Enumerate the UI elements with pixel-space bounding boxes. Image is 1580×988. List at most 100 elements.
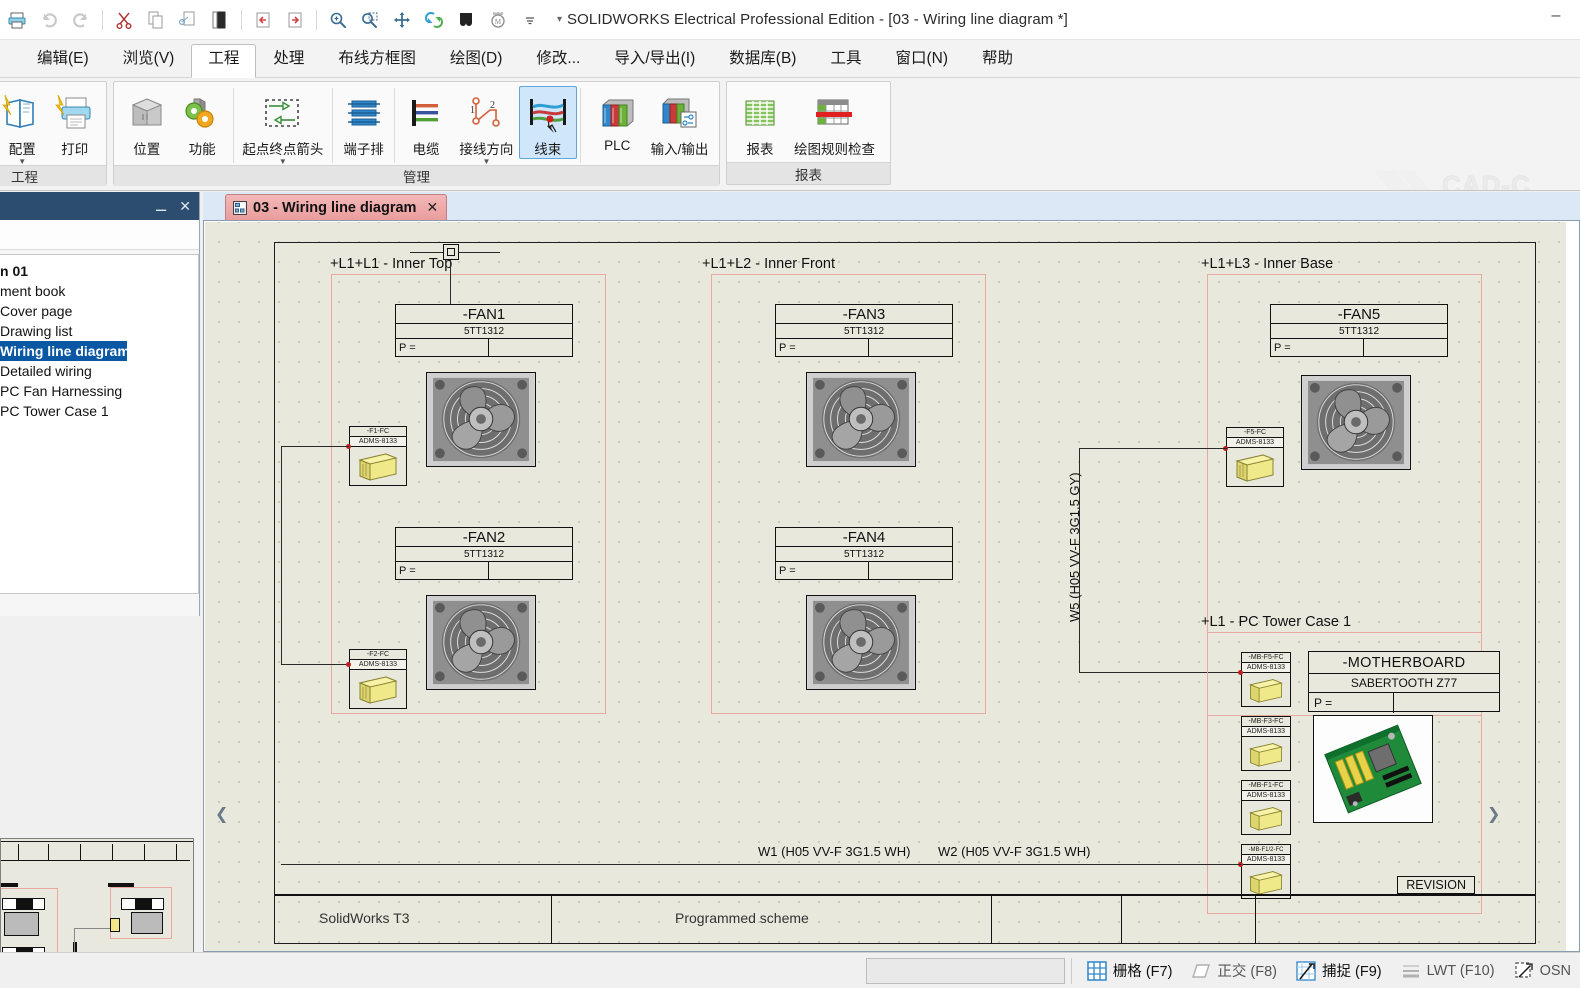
status-button-lineweight[interactable]: LWT (F10) <box>1391 956 1504 986</box>
menu-item-8[interactable]: 数据库(B) <box>712 44 813 77</box>
menu-item-6[interactable]: 修改... <box>519 44 597 77</box>
minimize-button[interactable]: – <box>1540 4 1572 30</box>
tree-node-2[interactable]: Cover page <box>0 301 198 321</box>
fan-graphic-2 <box>427 596 535 689</box>
tree-node-7[interactable]: PC Tower Case 1 <box>0 401 198 421</box>
connector-f1-fc[interactable]: -F1-FC ADMS-8133 <box>349 426 407 486</box>
connector-mb-f1-fc[interactable]: -MB-F1-FC ADMS-8133 <box>1241 780 1291 835</box>
ribbon-button-terminal-strip[interactable]: 端子排 <box>336 86 391 158</box>
device-fan3-ref: 5TT1312 <box>776 324 952 339</box>
menu-item-4[interactable]: 布线方框图 <box>321 44 433 77</box>
tree-node-6[interactable]: PC Fan Harnessing <box>0 381 198 401</box>
snap-icon <box>1296 960 1316 981</box>
connector-f2-fc[interactable]: -F2-FC ADMS-8133 <box>349 649 407 709</box>
document-tab-close-icon[interactable]: ✕ <box>426 199 438 216</box>
ribbon-button-print[interactable]: 打印 <box>49 86 102 158</box>
zoom-in-icon[interactable] <box>323 5 353 35</box>
copy-circuit-icon[interactable] <box>173 5 203 35</box>
ribbon-button-location[interactable]: 位置 <box>119 86 174 158</box>
wire-f1-vertical <box>281 446 282 664</box>
tree-node-3-label: Drawing list <box>0 323 73 339</box>
status-button-osnap[interactable]: OSN <box>1504 956 1580 986</box>
ribbon-button-configuration[interactable]: 配置 ▼ <box>0 86 49 166</box>
ribbon-button-origin-destination-arrow[interactable]: 起点终点箭头 ▼ <box>237 86 329 166</box>
device-block-motherboard[interactable]: -MOTHERBOARD SABERTOOTH Z77 P = <box>1308 651 1500 713</box>
ribbon-button-harness[interactable]: 线束 <box>519 86 577 159</box>
next-page-icon[interactable] <box>280 5 310 35</box>
scroll-right-arrow-icon[interactable]: ❯ <box>1487 804 1500 824</box>
tree-node-1[interactable]: ment book <box>0 281 198 301</box>
zoom-window-icon[interactable] <box>355 5 385 35</box>
ribbon-button-wiring-direction[interactable]: 1 2 接线方向 ▼ <box>454 86 519 166</box>
fan3-image[interactable] <box>806 372 916 467</box>
fan2-image[interactable] <box>426 595 536 690</box>
menu-item-10[interactable]: 窗口(N) <box>878 44 965 77</box>
document-tab-wiring-line-diagram[interactable]: 03 - Wiring line diagram ✕ <box>225 194 448 220</box>
connector-mb-f3-fc[interactable]: -MB-F3-FC ADMS-8133 <box>1241 716 1291 771</box>
customize-caret-icon[interactable] <box>515 5 545 35</box>
menu-item-11[interactable]: 帮助 <box>965 44 1030 77</box>
connector-mb-f5-fc[interactable]: -MB-F5-FC ADMS-8133 <box>1241 652 1291 707</box>
menu-item-7[interactable]: 导入/导出(I) <box>597 44 712 77</box>
drawing-canvas[interactable]: +L1+L1 - Inner Top -FAN1 5TT1312 P = -F1… <box>205 222 1566 951</box>
title-menu-caret-icon[interactable]: ▾ <box>557 14 562 25</box>
chevron-down-icon[interactable]: ▼ <box>18 158 26 166</box>
connector-mb-f1-fc-image <box>1242 801 1290 834</box>
fan1-image[interactable] <box>426 372 536 467</box>
ribbon-button-drawing-rule-check[interactable]: 绘图规则检查 <box>788 86 881 158</box>
print-icon[interactable] <box>2 5 32 35</box>
ribbon-button-plc[interactable]: PLC <box>589 86 644 153</box>
ribbon-button-cable[interactable]: 电缆 <box>398 86 453 158</box>
status-button-ortho[interactable]: 正交 (F8) <box>1181 956 1286 986</box>
tree-node-5[interactable]: Detailed wiring <box>0 361 198 381</box>
svg-text:M: M <box>495 18 502 26</box>
menu-item-3[interactable]: 处理 <box>256 44 321 77</box>
copy-icon[interactable] <box>141 5 171 35</box>
chevron-down-icon-2[interactable]: ▼ <box>279 158 287 166</box>
fan5-image[interactable] <box>1301 375 1411 470</box>
scroll-left-arrow-icon[interactable]: ❮ <box>215 804 228 824</box>
macro-icon[interactable]: M <box>483 5 513 35</box>
tree-node-1-label: ment book <box>0 283 66 299</box>
menu-item-2[interactable]: 工程 <box>191 44 257 78</box>
menu-item-5[interactable]: 绘图(D) <box>433 44 520 77</box>
tree-node-4-selected[interactable]: Wiring line diagram <box>0 341 130 361</box>
device-block-fan1[interactable]: -FAN1 5TT1312 P = <box>395 304 573 357</box>
status-button-grid[interactable]: 栅格 (F7) <box>1077 956 1182 986</box>
ribbon-button-io[interactable]: 输入/输出 <box>645 86 714 158</box>
tree-node-3[interactable]: Drawing list <box>0 321 198 341</box>
status-button-snap[interactable]: 捕捉 (F9) <box>1286 956 1391 986</box>
toolbar-divider <box>102 9 103 30</box>
pin-icon[interactable]: ⚊ <box>155 199 168 213</box>
coordinate-field[interactable] <box>866 957 1065 984</box>
previous-page-icon[interactable] <box>248 5 278 35</box>
tree-node-0[interactable]: n 01 <box>0 261 198 281</box>
device-block-fan3[interactable]: -FAN3 5TT1312 P = <box>775 304 953 357</box>
pan-icon[interactable] <box>387 5 417 35</box>
menu-item-1[interactable]: 浏览(V) <box>106 44 192 77</box>
ribbon-button-function[interactable]: 功能 <box>174 86 229 158</box>
ribbon-button-report[interactable]: 报表 <box>732 86 788 158</box>
paste-icon[interactable] <box>205 5 235 35</box>
connector-mb-f1-2-fc[interactable]: -MB-F1/2-FC ADMS-8133 <box>1241 844 1291 899</box>
device-block-fan5[interactable]: -FAN5 5TT1312 P = <box>1270 304 1448 357</box>
cut-icon[interactable] <box>109 5 139 35</box>
undo-icon[interactable] <box>34 5 64 35</box>
document-tree[interactable]: n 01 ment book Cover page Drawing list W… <box>0 254 199 594</box>
device-block-fan2[interactable]: -FAN2 5TT1312 P = <box>395 527 573 580</box>
redo-icon[interactable] <box>66 5 96 35</box>
fan4-image[interactable] <box>806 595 916 690</box>
menu-item-0[interactable]: 编辑(E) <box>20 44 106 77</box>
connector-f5-fc[interactable]: -F5-FC ADMS-8133 <box>1226 427 1284 487</box>
close-icon[interactable]: ✕ <box>179 199 191 213</box>
ribbon-group-reports: 报表 绘图规则检查 报表 <box>726 81 891 185</box>
chevron-down-icon-3[interactable]: ▼ <box>482 158 490 166</box>
motherboard-image[interactable] <box>1313 715 1433 823</box>
menu-item-9[interactable]: 工具 <box>813 44 878 77</box>
device-block-fan4[interactable]: -FAN4 5TT1312 P = <box>775 527 953 580</box>
window-title: SOLIDWORKS Electrical Professional Editi… <box>567 11 1068 28</box>
selection-grip-inner <box>447 248 455 256</box>
find-icon[interactable] <box>451 5 481 35</box>
toolbar-divider-3 <box>316 9 317 30</box>
refresh-icon[interactable] <box>419 5 449 35</box>
